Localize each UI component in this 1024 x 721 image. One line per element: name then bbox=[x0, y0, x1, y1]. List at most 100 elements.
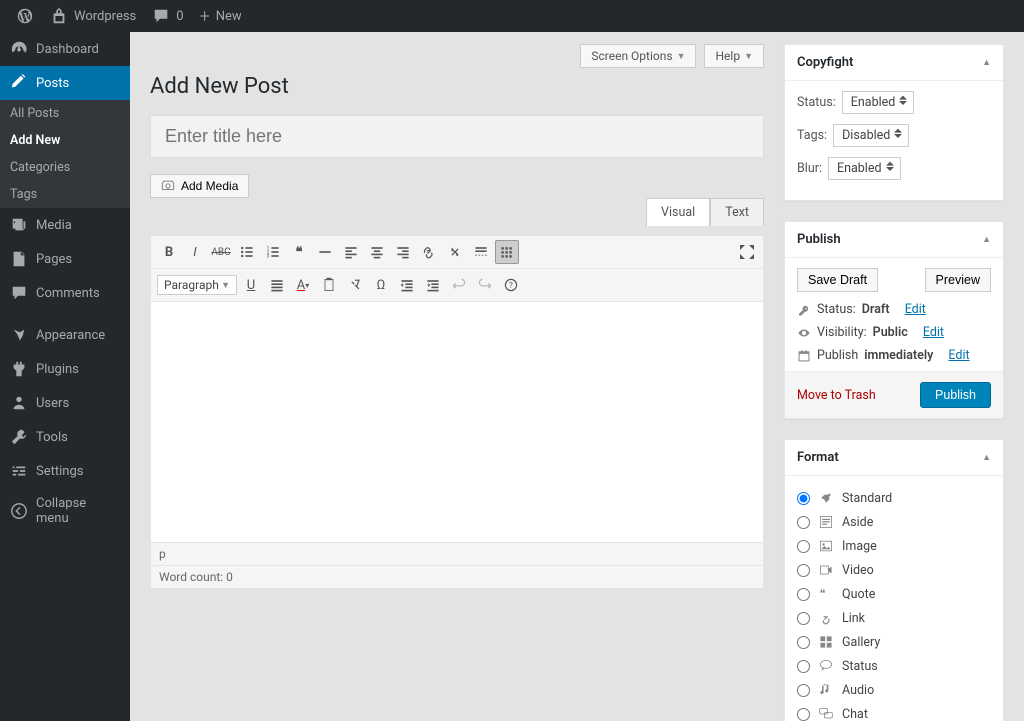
link-icon bbox=[818, 610, 834, 626]
svg-text:?: ? bbox=[509, 281, 513, 290]
format-image[interactable]: Image bbox=[797, 534, 991, 558]
panel-head-publish[interactable]: Publish▲ bbox=[785, 222, 1003, 258]
panel-head-format[interactable]: Format▲ bbox=[785, 440, 1003, 476]
admin-sidebar: Dashboard Posts All Posts Add New Catego… bbox=[0, 32, 130, 721]
bold-button[interactable]: B bbox=[157, 240, 181, 264]
posts-submenu: All Posts Add New Categories Tags bbox=[0, 100, 130, 208]
nav-all-posts[interactable]: All Posts bbox=[0, 100, 130, 127]
special-char-button[interactable]: Ω bbox=[369, 273, 393, 297]
edit-status-link[interactable]: Edit bbox=[905, 302, 926, 317]
nav-comments[interactable]: Comments bbox=[0, 276, 130, 310]
ul-button[interactable] bbox=[235, 240, 259, 264]
site-name: Wordpress bbox=[74, 9, 136, 24]
help-icon-button[interactable]: ? bbox=[499, 273, 523, 297]
chevron-down-icon: ▼ bbox=[221, 280, 230, 291]
textcolor-button[interactable]: A▾ bbox=[291, 273, 315, 297]
more-button[interactable] bbox=[469, 240, 493, 264]
tags-select[interactable]: Disabled bbox=[833, 124, 909, 147]
redo-button[interactable] bbox=[473, 273, 497, 297]
add-media-button[interactable]: Add Media bbox=[150, 174, 249, 198]
link-button[interactable] bbox=[417, 240, 441, 264]
align-right-button[interactable] bbox=[391, 240, 415, 264]
nav-pages[interactable]: Pages bbox=[0, 242, 130, 276]
editor-toolbar-2: Paragraph▼ U A▾ Ω ? bbox=[151, 269, 763, 302]
hr-button[interactable] bbox=[313, 240, 337, 264]
key-icon bbox=[797, 303, 811, 317]
format-aside[interactable]: Aside bbox=[797, 510, 991, 534]
post-title-input[interactable] bbox=[150, 115, 764, 158]
edit-publish-link[interactable]: Edit bbox=[948, 348, 969, 363]
format-standard[interactable]: Standard bbox=[797, 486, 991, 510]
svg-text:❝: ❝ bbox=[820, 587, 826, 600]
editor-toolbar-1: B I ABC 123 ❝ bbox=[151, 236, 763, 269]
indent-button[interactable] bbox=[421, 273, 445, 297]
nav-appearance[interactable]: Appearance bbox=[0, 318, 130, 352]
new-link[interactable]: +New bbox=[192, 0, 250, 32]
page-title: Add New Post bbox=[150, 74, 764, 99]
format-select[interactable]: Paragraph▼ bbox=[157, 275, 237, 295]
clear-formatting-button[interactable] bbox=[343, 273, 367, 297]
blur-label: Blur: bbox=[797, 161, 822, 176]
undo-button[interactable] bbox=[447, 273, 471, 297]
image-icon bbox=[818, 538, 834, 554]
nav-settings[interactable]: Settings bbox=[0, 454, 130, 488]
comments-link[interactable]: 0 bbox=[144, 0, 191, 32]
nav-media[interactable]: Media bbox=[0, 208, 130, 242]
nav-collapse[interactable]: Collapse menu bbox=[0, 488, 130, 534]
quote-button[interactable]: ❝ bbox=[287, 240, 311, 264]
wp-logo[interactable] bbox=[8, 0, 42, 32]
unlink-button[interactable] bbox=[443, 240, 467, 264]
expand-button[interactable] bbox=[737, 242, 757, 262]
help-button[interactable]: Help▼ bbox=[704, 44, 764, 68]
panel-head-copyfight[interactable]: Copyfight▲ bbox=[785, 45, 1003, 81]
chat-icon bbox=[818, 706, 834, 721]
paste-text-button[interactable] bbox=[317, 273, 341, 297]
nav-categories[interactable]: Categories bbox=[0, 154, 130, 181]
format-status[interactable]: Status bbox=[797, 654, 991, 678]
format-video[interactable]: Video bbox=[797, 558, 991, 582]
edit-visibility-link[interactable]: Edit bbox=[923, 325, 944, 340]
italic-button[interactable]: I bbox=[183, 240, 207, 264]
nav-dashboard[interactable]: Dashboard bbox=[0, 32, 130, 66]
site-link[interactable]: Wordpress bbox=[42, 0, 144, 32]
main-content: Screen Options▼ Help▼ Add New Post Add M… bbox=[130, 32, 1024, 721]
comments-count: 0 bbox=[176, 9, 183, 24]
gallery-icon bbox=[818, 634, 834, 650]
tab-visual[interactable]: Visual bbox=[646, 198, 710, 226]
publish-button[interactable]: Publish bbox=[920, 382, 991, 408]
publish-panel: Publish▲ Save Draft Preview Status: Draf… bbox=[784, 221, 1004, 419]
format-quote[interactable]: ❝Quote bbox=[797, 582, 991, 606]
tab-text[interactable]: Text bbox=[710, 198, 764, 226]
plus-icon: + bbox=[200, 6, 210, 27]
align-left-button[interactable] bbox=[339, 240, 363, 264]
screen-options-button[interactable]: Screen Options▼ bbox=[580, 44, 696, 68]
move-to-trash-link[interactable]: Move to Trash bbox=[797, 388, 876, 403]
video-icon bbox=[818, 562, 834, 578]
preview-button[interactable]: Preview bbox=[925, 268, 991, 292]
align-center-button[interactable] bbox=[365, 240, 389, 264]
underline-button[interactable]: U bbox=[239, 273, 263, 297]
format-chat[interactable]: Chat bbox=[797, 702, 991, 721]
strike-button[interactable]: ABC bbox=[209, 240, 233, 264]
audio-icon bbox=[818, 682, 834, 698]
nav-plugins[interactable]: Plugins bbox=[0, 352, 130, 386]
format-audio[interactable]: Audio bbox=[797, 678, 991, 702]
chevron-down-icon: ▼ bbox=[744, 51, 753, 62]
nav-posts[interactable]: Posts bbox=[0, 66, 130, 100]
status-select[interactable]: Enabled bbox=[842, 91, 915, 114]
justify-button[interactable] bbox=[265, 273, 289, 297]
kitchensink-button[interactable] bbox=[495, 240, 519, 264]
editor-content[interactable] bbox=[151, 302, 763, 542]
eye-icon bbox=[797, 326, 811, 340]
save-draft-button[interactable]: Save Draft bbox=[797, 268, 878, 292]
nav-tags[interactable]: Tags bbox=[0, 181, 130, 208]
nav-add-new[interactable]: Add New bbox=[0, 127, 130, 154]
format-gallery[interactable]: Gallery bbox=[797, 630, 991, 654]
nav-users[interactable]: Users bbox=[0, 386, 130, 420]
nav-tools[interactable]: Tools bbox=[0, 420, 130, 454]
format-link[interactable]: Link bbox=[797, 606, 991, 630]
ol-button[interactable]: 123 bbox=[261, 240, 285, 264]
blur-select[interactable]: Enabled bbox=[828, 157, 901, 180]
quote-icon: ❝ bbox=[818, 586, 834, 602]
outdent-button[interactable] bbox=[395, 273, 419, 297]
